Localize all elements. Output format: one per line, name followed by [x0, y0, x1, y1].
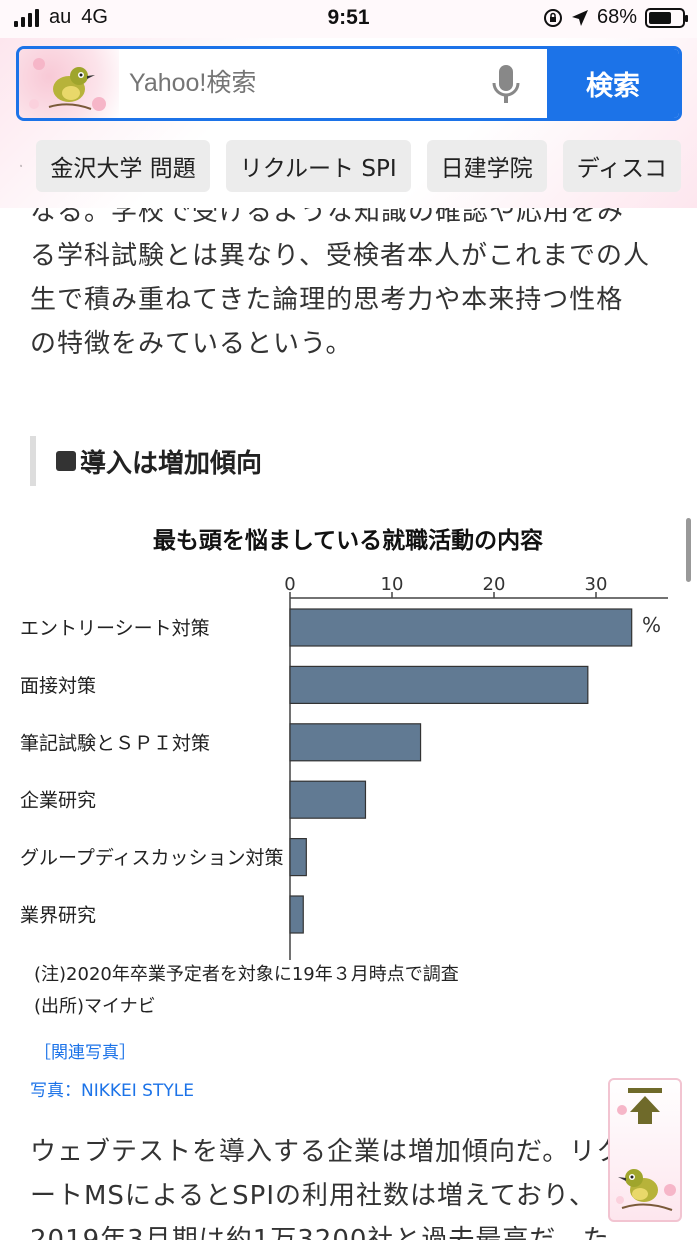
suggestion-chip[interactable]: 金沢大学 問題	[36, 140, 210, 192]
category-label: 企業研究	[20, 790, 96, 812]
category-label: 面接対策	[20, 675, 96, 697]
suggestion-chip[interactable]: リクルート SPI	[225, 140, 411, 192]
category-label: 筆記試験とＳＰＩ対策	[20, 732, 210, 754]
suggestion-chip[interactable]: ディスコ	[562, 140, 681, 192]
search-box[interactable]: 検索	[16, 46, 682, 121]
bar-chart[interactable]: 最も頭を悩ましている就職活動の内容 0 10 20 30% エントリーシート対策面接対策筆…	[0, 508, 697, 1028]
category-label: 業界研究	[20, 905, 96, 927]
back-to-top-button[interactable]	[608, 1078, 682, 1222]
bar	[289, 895, 304, 934]
x-tick-label: 0	[284, 574, 295, 595]
bird-mascot-icon	[618, 1169, 673, 1211]
suggestion-chip[interactable]: 日建学院	[426, 140, 547, 192]
section-title: 導入は増加傾向	[80, 448, 263, 479]
chart-note: (出所)マイナビ	[34, 996, 156, 1017]
microphone-icon[interactable]	[491, 63, 521, 107]
category-label: エントリーシート対策	[20, 618, 210, 640]
battery-percent: 68%	[596, 6, 637, 28]
bar	[289, 723, 422, 762]
status-bar: au 4G 9:51 68%	[0, 0, 697, 38]
arrow-up-icon	[628, 1088, 662, 1124]
suggestion-bar: 金沢大学 問題 リクルート SPI 日建学院 ディスコ	[0, 138, 697, 194]
x-tick-label: 10	[381, 574, 404, 595]
location-arrow-icon	[571, 9, 588, 26]
bar	[289, 838, 307, 877]
bar	[289, 608, 633, 647]
search-button[interactable]: 検索	[547, 49, 679, 118]
photo-caption[interactable]: 写真：NIKKEI STYLE	[30, 1076, 194, 1101]
article-paragraph: なる。学校で受けるような知識の確認や応用をみる学科試験とは異なり、受検者本人がこ…	[30, 208, 650, 359]
related-photo-link[interactable]: ［関連写真］	[34, 1038, 136, 1063]
search-input[interactable]	[129, 69, 469, 98]
x-tick-label: 20	[483, 574, 506, 595]
article-paragraph: ウェブテストを導入する企業は増加傾向だ。リクルートMSによるとSPIの利用社数は…	[30, 1137, 650, 1240]
category-label: グループディスカッション対策	[20, 847, 284, 869]
chart-note: (注)2020年卒業予定者を対象に19年３月時点で調査	[34, 964, 459, 985]
search-header: 検索 金沢大学 問題 リクルート SPI 日建学院 ディスコ	[0, 38, 697, 208]
bird-logo-icon	[19, 49, 119, 118]
bar	[289, 665, 589, 704]
rotation-lock-icon	[543, 8, 562, 27]
battery-icon	[645, 7, 688, 28]
square-bullet-icon	[56, 451, 76, 471]
x-tick-label: 30	[585, 574, 608, 595]
unit-label: %	[642, 613, 661, 637]
chart-title: 最も頭を悩ましている就職活動の内容	[153, 527, 543, 554]
article-content: なる。学校で受けるような知識の確認や応用をみる学科試験とは異なり、受検者本人がこ…	[0, 208, 697, 1240]
section-heading: 導入は増加傾向	[30, 436, 262, 486]
scrollbar[interactable]	[686, 518, 691, 582]
bar	[289, 780, 367, 819]
search-icon[interactable]	[20, 151, 23, 181]
